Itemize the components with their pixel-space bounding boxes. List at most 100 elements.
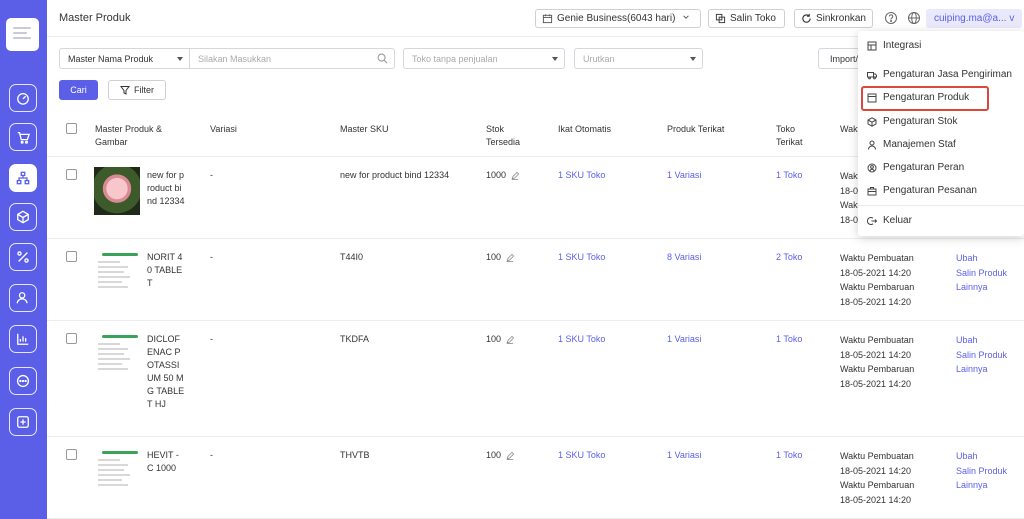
linked-products-link[interactable]: 1 Variasi bbox=[667, 169, 701, 182]
stock-cell: 1000 bbox=[486, 169, 520, 182]
funnel-icon bbox=[120, 86, 130, 95]
auto-bind-link[interactable]: 1 SKU Toko bbox=[558, 169, 605, 182]
col-linked-products: Produk Terikat bbox=[667, 124, 725, 134]
linked-products-link[interactable]: 1 Variasi bbox=[667, 449, 701, 462]
linked-stores-link[interactable]: 1 Toko bbox=[776, 169, 802, 182]
menu-item-stock-settings[interactable]: Pengaturan Stok bbox=[867, 116, 958, 127]
product-name[interactable]: NORIT 40 TABLET bbox=[147, 251, 185, 290]
table-row: DICLOFENAC POTASSIUM 50 MG TABLET HJ - T… bbox=[47, 321, 1024, 437]
field-select[interactable]: Master Nama Produk bbox=[60, 49, 190, 68]
edit-link[interactable]: Ubah bbox=[956, 333, 1007, 348]
page-title: Master Produk bbox=[59, 12, 131, 24]
stock-value: 100 bbox=[486, 252, 502, 262]
import-label: Import/ bbox=[830, 53, 859, 64]
select-all-checkbox[interactable] bbox=[66, 123, 77, 134]
store-select[interactable]: Toko tanpa penjualan bbox=[403, 48, 565, 69]
product-name[interactable]: DICLOFENAC POTASSIUM 50 MG TABLET HJ bbox=[147, 333, 185, 411]
menu-item-roles[interactable]: Pengaturan Peran bbox=[867, 162, 964, 173]
linked-stores-link[interactable]: 1 Toko bbox=[776, 333, 802, 346]
col-auto-bind: Ikat Otomatis bbox=[558, 124, 612, 134]
row-checkbox[interactable] bbox=[66, 169, 77, 180]
menu-item-shipping[interactable]: Pengaturan Jasa Pengiriman bbox=[867, 69, 1012, 80]
app-logo[interactable] bbox=[6, 18, 39, 51]
menu-divider bbox=[858, 205, 1024, 206]
copy-product-link[interactable]: Salin Produk bbox=[956, 266, 1007, 281]
chart-icon[interactable] bbox=[9, 325, 37, 353]
menu-item-staff[interactable]: Manajemen Staf bbox=[867, 139, 956, 150]
col-product: Master Produk & Gambar bbox=[95, 124, 163, 147]
created-value: 18-05-2021 14:20 bbox=[840, 349, 912, 360]
search-icon[interactable] bbox=[377, 53, 388, 64]
edit-pencil-icon[interactable] bbox=[506, 335, 515, 344]
user-menu-caret: v bbox=[1009, 13, 1015, 24]
linked-products-link[interactable]: 8 Variasi bbox=[667, 251, 701, 264]
linked-products-link[interactable]: 1 Variasi bbox=[667, 333, 701, 346]
product-image[interactable] bbox=[94, 333, 140, 381]
more-link[interactable]: Lainnya bbox=[956, 280, 1007, 295]
percent-icon[interactable] bbox=[9, 243, 37, 271]
variation-value: - bbox=[210, 450, 213, 460]
product-image[interactable] bbox=[94, 167, 140, 215]
copy-store-button[interactable]: Salin Toko bbox=[708, 9, 785, 28]
cart-icon[interactable] bbox=[9, 123, 37, 151]
auto-bind-link[interactable]: 1 SKU Toko bbox=[558, 449, 605, 462]
copy-product-link[interactable]: Salin Produk bbox=[956, 348, 1007, 363]
edit-pencil-icon[interactable] bbox=[506, 451, 515, 460]
product-name[interactable]: HEVIT - C 1000 bbox=[147, 449, 185, 475]
sync-button[interactable]: Sinkronkan bbox=[794, 9, 873, 28]
updated-value: 18-05-2021 14:20 bbox=[840, 494, 912, 505]
plan-select[interactable]: Genie Business(6043 hari) bbox=[535, 9, 701, 28]
edit-link[interactable]: Ubah bbox=[956, 251, 1007, 266]
edit-link[interactable]: Ubah bbox=[956, 449, 1007, 464]
updated-label: Waktu Pembaruan bbox=[840, 480, 915, 491]
product-image[interactable] bbox=[94, 251, 140, 299]
caret-down-icon bbox=[177, 56, 183, 61]
col-linked-stores: Toko Terikat bbox=[776, 124, 803, 147]
sku-value: THVTB bbox=[340, 450, 370, 460]
menu-item-label: Manajemen Staf bbox=[883, 139, 956, 150]
edit-pencil-icon[interactable] bbox=[511, 171, 520, 180]
menu-item-label: Pengaturan Stok bbox=[883, 116, 958, 127]
row-checkbox[interactable] bbox=[66, 333, 77, 344]
cube-icon[interactable] bbox=[9, 203, 37, 231]
copy-product-link[interactable]: Salin Produk bbox=[956, 464, 1007, 479]
search-input[interactable]: Silakan Masukkan bbox=[190, 49, 394, 68]
chat-icon[interactable] bbox=[9, 367, 37, 395]
auto-bind-link[interactable]: 1 SKU Toko bbox=[558, 251, 605, 264]
users-icon[interactable] bbox=[9, 284, 37, 312]
dashboard-icon[interactable] bbox=[9, 84, 37, 112]
linked-stores-link[interactable]: 2 Toko bbox=[776, 251, 802, 264]
menu-item-order-settings[interactable]: Pengaturan Pesanan bbox=[867, 185, 977, 196]
product-image[interactable] bbox=[94, 449, 140, 497]
product-hierarchy-icon[interactable] bbox=[9, 164, 37, 192]
menu-item-label: Pengaturan Jasa Pengiriman bbox=[883, 69, 1012, 80]
menu-item-logout[interactable]: Keluar bbox=[867, 215, 912, 226]
linked-stores-link[interactable]: 1 Toko bbox=[776, 449, 802, 462]
sku-value: new for product bind 12334 bbox=[340, 170, 450, 180]
time-cell: Waktu Pembuatan 18-05-2021 14:20 Waktu P… bbox=[840, 251, 914, 309]
filter-label: Filter bbox=[134, 85, 154, 95]
menu-item-integration[interactable]: Integrasi bbox=[867, 40, 921, 51]
search-button[interactable]: Cari bbox=[59, 80, 98, 100]
row-checkbox[interactable] bbox=[66, 251, 77, 262]
calendar-icon bbox=[542, 14, 553, 24]
sort-select-placeholder: Urutkan bbox=[583, 53, 615, 64]
user-menu-button[interactable]: cuiping.ma@a... v bbox=[926, 9, 1022, 28]
more-link[interactable]: Lainnya bbox=[956, 362, 1007, 377]
auto-bind-link[interactable]: 1 SKU Toko bbox=[558, 333, 605, 346]
stock-value: 100 bbox=[486, 334, 502, 344]
add-app-icon[interactable] bbox=[9, 408, 37, 436]
caret-down-icon bbox=[690, 56, 696, 61]
col-sku: Master SKU bbox=[340, 124, 389, 134]
row-actions: Ubah Salin Produk Lainnya bbox=[956, 449, 1007, 493]
filter-button[interactable]: Filter bbox=[108, 80, 166, 100]
edit-pencil-icon[interactable] bbox=[506, 253, 515, 262]
globe-icon[interactable] bbox=[907, 11, 921, 25]
more-link[interactable]: Lainnya bbox=[956, 478, 1007, 493]
updated-label: Waktu Pembaruan bbox=[840, 282, 915, 293]
sort-select[interactable]: Urutkan bbox=[574, 48, 703, 69]
help-icon[interactable] bbox=[884, 11, 898, 25]
plan-label: Genie Business(6043 hari) bbox=[557, 13, 676, 24]
row-checkbox[interactable] bbox=[66, 449, 77, 460]
product-name[interactable]: new for product bind 12334 bbox=[147, 169, 185, 208]
